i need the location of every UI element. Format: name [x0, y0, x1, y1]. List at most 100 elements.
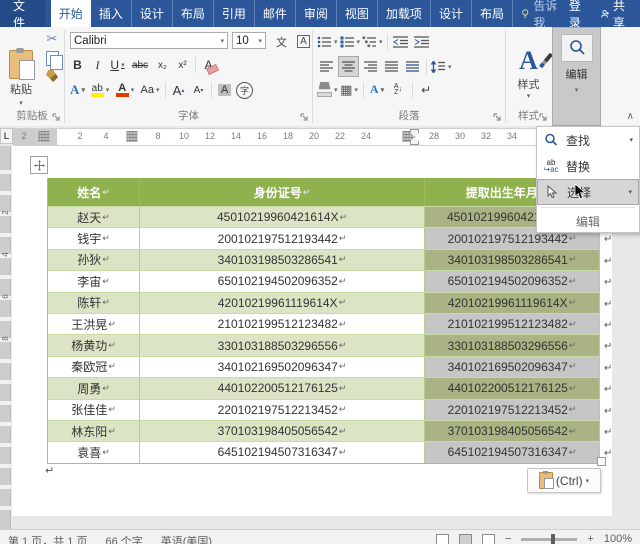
table-cell[interactable]: 340103198503286541 ↵	[425, 248, 600, 271]
align-left-button[interactable]	[317, 57, 336, 76]
tell-me[interactable]: 告诉我	[513, 0, 569, 30]
shrink-font-button[interactable]: A ▾	[189, 81, 208, 100]
distribute-button[interactable]	[403, 57, 422, 76]
clipboard-dialog-launcher[interactable]	[52, 113, 61, 122]
ribbon-tab-开始[interactable]: 开始	[50, 0, 91, 27]
web-layout-button[interactable]	[481, 533, 495, 544]
table-header-cell[interactable]: 身份证号 ↵	[140, 178, 425, 206]
character-border-button[interactable]: A	[293, 31, 314, 52]
justify-button[interactable]	[382, 57, 401, 76]
word-count[interactable]: 66 个字	[105, 533, 142, 544]
highlight-color-button[interactable]: ab	[88, 81, 112, 100]
multilevel-list-button[interactable]	[362, 32, 383, 51]
table-cell[interactable]: 330103188503296556 ↵	[140, 334, 425, 356]
font-size-combo[interactable]: 10 ▾	[232, 32, 266, 49]
table-cell[interactable]: 220102197512213452 ↵	[140, 398, 425, 420]
format-painter-icon[interactable]	[46, 70, 58, 82]
tab-file[interactable]: 文件	[0, 0, 45, 30]
change-case-button[interactable]: Aa	[138, 81, 162, 100]
strikethrough-button[interactable]: abc	[128, 56, 152, 75]
character-shading-button[interactable]: A	[215, 81, 234, 100]
table-cell[interactable]: 秦欧冠 ↵	[47, 355, 140, 378]
table-cell[interactable]: 340103198503286541 ↵	[140, 248, 425, 271]
table-cell[interactable]: 杨黄功 ↵	[47, 334, 140, 356]
decrease-indent-button[interactable]	[392, 32, 411, 51]
zoom-slider-handle[interactable]	[551, 533, 556, 544]
table-cell[interactable]: 650102194502096352 ↵	[140, 270, 425, 292]
table-cell[interactable]: 陈轩 ↵	[47, 291, 140, 313]
print-layout-button[interactable]	[458, 533, 472, 544]
collapse-ribbon-button[interactable]: ∧	[627, 111, 634, 122]
menu-item-find[interactable]: 查找 ▾	[537, 127, 639, 153]
sort-button[interactable]: A Z ↓	[389, 80, 408, 99]
menu-item-replace[interactable]: ab ↪ac 替换	[537, 153, 639, 179]
zoom-level[interactable]: 100%	[604, 533, 632, 544]
numbering-button[interactable]	[340, 32, 361, 51]
ribbon-tab-加载项[interactable]: 加载项	[378, 0, 431, 27]
table-cell[interactable]: 340102169502096347 ↵	[140, 355, 425, 378]
table-cell[interactable]: 42010219961119614X ↵	[425, 291, 600, 313]
ribbon-tab-设计[interactable]: 设计	[132, 0, 173, 27]
ribbon-tab-审阅[interactable]: 审阅	[296, 0, 337, 27]
sign-in-button[interactable]: 登录	[569, 0, 587, 31]
subscript-button[interactable]: x₂	[153, 56, 172, 75]
table-column-marker[interactable]	[126, 131, 138, 142]
table-move-handle[interactable]	[30, 156, 48, 174]
table-cell[interactable]: 孙狄 ↵	[47, 248, 140, 271]
menu-item-select[interactable]: 选择 ▾	[537, 179, 639, 205]
font-color-button[interactable]: A	[113, 81, 137, 100]
cut-icon[interactable]: ✂	[47, 31, 58, 47]
table-cell[interactable]: 210102199512123482 ↵	[425, 312, 600, 335]
table-cell[interactable]: 210102199512123482 ↵	[140, 312, 425, 335]
styles-dialog-launcher[interactable]	[539, 113, 548, 122]
table-cell[interactable]: 王洪晃 ↵	[47, 312, 140, 335]
table-cell[interactable]: 330103188503296556 ↵	[425, 334, 600, 356]
shading-button[interactable]	[317, 80, 338, 99]
asian-layout-button[interactable]: A	[368, 80, 387, 99]
phonetic-guide-button[interactable]: 文	[271, 27, 292, 52]
copy-icon[interactable]	[45, 51, 63, 70]
paste-options-button[interactable]: (Ctrl) ▾	[527, 468, 601, 493]
table-cell[interactable]: 袁喜 ↵	[47, 441, 140, 463]
ribbon-tab-插入[interactable]: 插入	[91, 0, 132, 27]
bold-button[interactable]: B	[68, 56, 87, 75]
table-cell[interactable]: 440102200512176125 ↵	[425, 377, 600, 399]
share-button[interactable]: 共享	[600, 0, 630, 31]
borders-button[interactable]: ▦	[340, 80, 359, 99]
text-effects-button[interactable]: A	[68, 81, 87, 100]
table-cell[interactable]: 42010219961119614X ↵	[140, 291, 425, 313]
table-header-cell[interactable]: 姓名 ↵	[47, 178, 140, 206]
increase-indent-button[interactable]	[413, 32, 432, 51]
page[interactable]: 姓名↵身份证号↵提取出生年月日↵赵天↵45010219960421614X↵45…	[12, 146, 612, 516]
table-cell[interactable]: 钱宇 ↵	[47, 227, 140, 249]
zoom-slider[interactable]	[521, 533, 578, 544]
ribbon-tab-设计[interactable]: 设计	[431, 0, 472, 27]
editing-button[interactable]: 编辑 ▾	[553, 28, 600, 125]
table-cell[interactable]: 李宙 ↵	[47, 270, 140, 292]
ribbon-tab-布局[interactable]: 布局	[472, 0, 513, 27]
superscript-button[interactable]: x²	[173, 56, 192, 75]
language-status[interactable]: 英语(美国)	[161, 533, 212, 544]
table-resize-handle[interactable]	[597, 457, 606, 466]
table-cell[interactable]: 45010219960421614X↵	[140, 206, 425, 228]
italic-button[interactable]: I	[88, 56, 107, 75]
font-name-combo[interactable]: Calibri ▾	[70, 32, 228, 49]
ribbon-tab-视图[interactable]: 视图	[337, 0, 378, 27]
styles-button[interactable]: A 样式 ▾	[510, 31, 553, 113]
table-column-marker[interactable]	[38, 131, 50, 142]
page-count[interactable]: 第 1 页，共 1 页	[8, 533, 87, 544]
line-spacing-button[interactable]	[431, 57, 452, 76]
underline-button[interactable]: U	[108, 56, 127, 75]
table-cell[interactable]: 370103198405056542 ↵	[140, 419, 425, 442]
table-cell[interactable]: 200102197512193442 ↵	[140, 227, 425, 249]
enclose-characters-button[interactable]: 字	[235, 81, 254, 100]
table-cell[interactable]: 650102194502096352 ↵	[425, 270, 600, 292]
table-cell[interactable]: 440102200512176125 ↵	[140, 377, 425, 399]
show-marks-button[interactable]: ↵	[417, 80, 436, 99]
zoom-out-button[interactable]: −	[505, 533, 511, 544]
bullets-button[interactable]	[317, 32, 338, 51]
ribbon-tab-引用[interactable]: 引用	[214, 0, 255, 27]
table-cell[interactable]: 370103198405056542 ↵	[425, 419, 600, 442]
table-cell[interactable]: 赵天 ↵	[47, 206, 140, 228]
paragraph-dialog-launcher[interactable]	[493, 113, 502, 122]
